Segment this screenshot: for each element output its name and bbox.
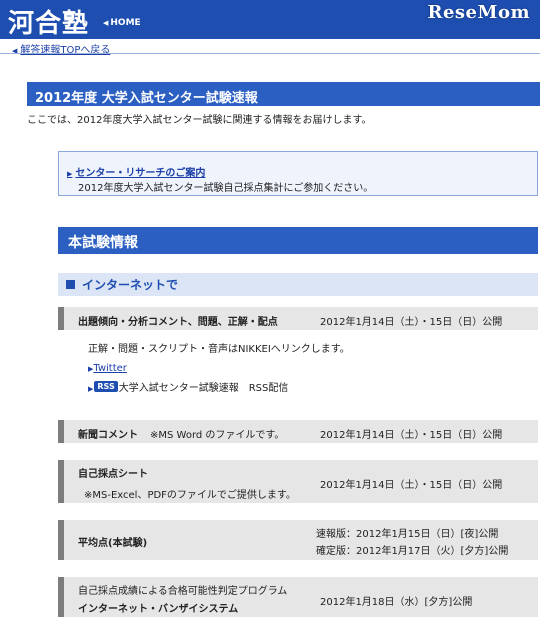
row-label: 出題傾向・分析コメント、問題、正解・配点 — [78, 317, 278, 328]
row-date-preliminary: 速報版：2012年1月15日（日）[夜]公開 — [316, 529, 499, 540]
row-detail: 正解・問題・スクリプト・音声はNIKKEIへリンクします。 — [88, 344, 350, 355]
twitter-label: Twitter — [93, 363, 127, 374]
row-note: ※MS-Excel、PDFのファイルでご提供します。 — [84, 490, 296, 501]
row-label-top: 自己採点成績による合格可能性判定プログラム — [78, 586, 288, 597]
rss-link[interactable]: ▶ RSS 大学入試センター試験速報 RSS配信 — [88, 379, 288, 394]
info-row-analysis: 出題傾向・分析コメント、問題、正解・配点 2012年1月14日（土）・15日（日… — [58, 307, 538, 330]
twitter-link[interactable]: ▶Twitter — [88, 363, 127, 374]
page-title: 2012年度 大学入試センター試験速報 — [27, 82, 540, 106]
right-arrow-icon: ▶ — [88, 385, 94, 393]
row-date: 2012年1月14日（土）・15日（日）公開 — [320, 430, 503, 441]
square-bullet-icon — [66, 280, 75, 289]
resemom-watermark: ReseMom — [427, 2, 530, 23]
intro-text: ここでは、2012年度大学入試センター試験に関連する情報をお届けします。 — [27, 115, 372, 126]
row-label[interactable]: 自己採点シート — [78, 465, 148, 480]
notice-box: ▶ センター・リサーチのご案内 2012年度大学入試センター試験自己採点集計にご参… — [58, 151, 538, 196]
row-label[interactable]: 平均点(本試験) — [78, 534, 147, 549]
row-label-text[interactable]: 新聞コメント — [78, 430, 138, 441]
kawaijuku-logo[interactable]: 河合塾 — [8, 3, 89, 40]
row-label[interactable]: インターネット・バンザイシステム — [78, 600, 238, 615]
info-row-banzai-system: 自己採点成績による合格可能性判定プログラム インターネット・バンザイシステム 2… — [58, 577, 538, 617]
row-date: 2012年1月18日（水）[夕方]公開 — [320, 597, 473, 608]
home-label: HOME — [110, 18, 141, 28]
rss-icon: RSS — [94, 381, 118, 392]
subsection-title: インターネットで — [82, 278, 179, 292]
row-note: ※MS Word のファイルです。 — [150, 430, 285, 441]
back-label: 解答速報TOPへ戻る — [20, 45, 111, 56]
divider — [0, 53, 540, 54]
info-row-self-scoring-sheet: 自己採点シート ※MS-Excel、PDFのファイルでご提供します。 2012年… — [58, 460, 538, 503]
row-label: 新聞コメント ※MS Word のファイルです。 — [78, 426, 284, 441]
right-arrow-icon: ▶ — [67, 170, 73, 178]
notice-text: 2012年度大学入試センター試験自己採点集計にご参加ください。 — [78, 183, 374, 194]
center-research-link[interactable]: ▶ センター・リサーチのご案内 — [67, 164, 205, 179]
rss-label: 大学入試センター試験速報 RSS配信 — [118, 383, 289, 394]
row-date-final: 確定版：2012年1月17日（火）[夕方]公開 — [316, 546, 509, 557]
info-row-newspaper: 新聞コメント ※MS Word のファイルです。 2012年1月14日（土）・15… — [58, 420, 538, 443]
home-link[interactable]: ◀ HOME — [103, 18, 141, 28]
section-title: 本試験情報 — [58, 227, 538, 254]
header-bar: 河合塾 ◀ HOME ReseMom — [0, 0, 540, 39]
notice-link-label: センター・リサーチのご案内 — [75, 168, 206, 179]
info-row-average-score: 平均点(本試験) 速報版：2012年1月15日（日）[夜]公開 確定版：2012… — [58, 520, 538, 560]
row-date: 2012年1月14日（土）・15日（日）公開 — [320, 317, 503, 328]
subsection-bar: インターネットで — [58, 273, 538, 296]
row-date: 2012年1月14日（土）・15日（日）公開 — [320, 480, 503, 491]
left-arrow-icon: ◀ — [103, 19, 109, 27]
